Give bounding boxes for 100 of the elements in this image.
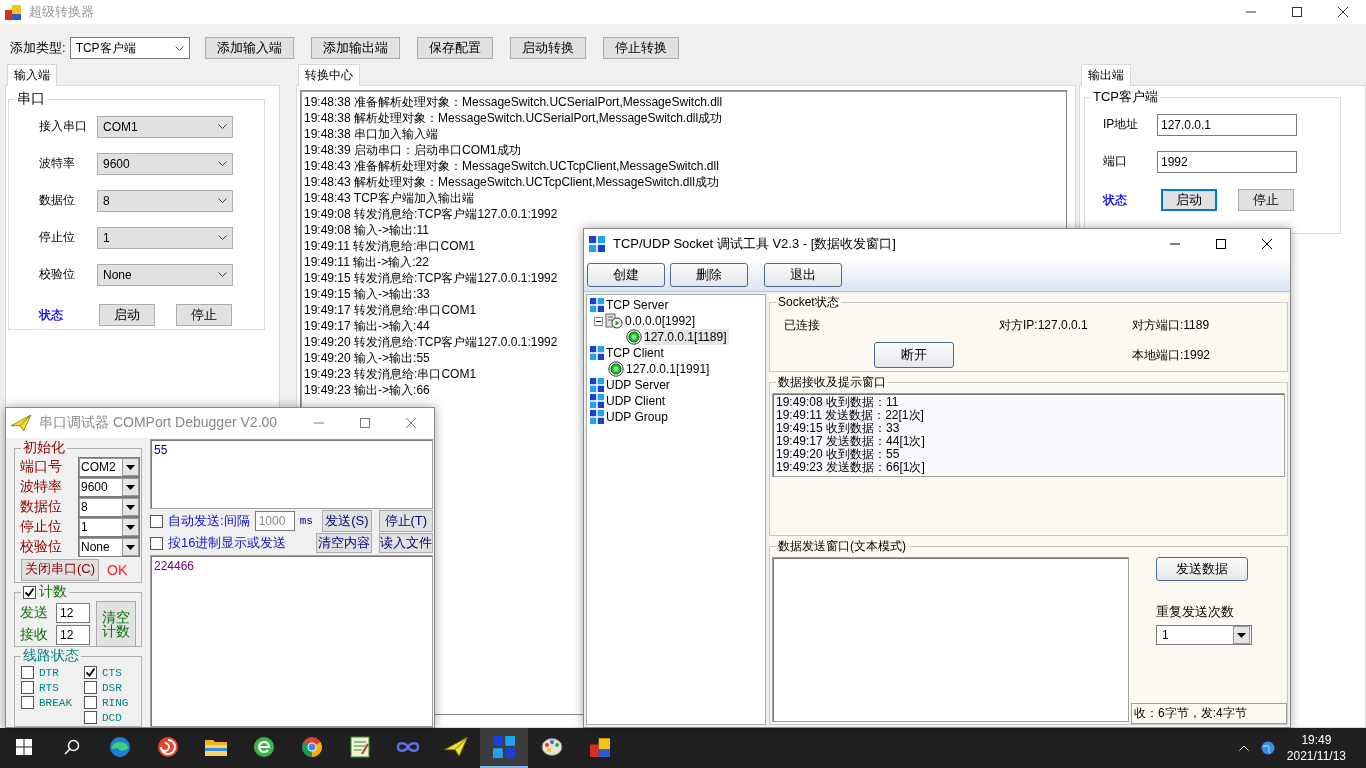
- group-title: TCP客户端: [1092, 88, 1159, 106]
- log-line: 19:49:17 输出->输入:44: [304, 318, 430, 334]
- tree-item[interactable]: UDP Group: [606, 409, 670, 425]
- tree-item[interactable]: TCP Client: [606, 345, 666, 361]
- checkbox[interactable]: [84, 666, 97, 679]
- close-icon[interactable]: [1262, 239, 1272, 249]
- tab[interactable]: 输出端: [1081, 64, 1131, 86]
- button[interactable]: 清空计数: [96, 600, 136, 647]
- window-title: 串口调试器 COMPort Debugger V2.00: [39, 414, 278, 432]
- dropdown[interactable]: None: [97, 263, 233, 286]
- collapse-icon[interactable]: [594, 316, 603, 326]
- infinity-icon[interactable]: [396, 740, 420, 754]
- squares-icon[interactable]: [590, 737, 610, 757]
- grid-icon[interactable]: [493, 736, 515, 758]
- button[interactable]: 关闭串口(C): [21, 558, 100, 581]
- close-icon[interactable]: [1338, 7, 1348, 17]
- start-icon[interactable]: [16, 739, 32, 755]
- toolbar-button[interactable]: 添加输入端: [204, 37, 294, 59]
- input-field[interactable]: 127.0.0.1: [1157, 113, 1297, 136]
- button[interactable]: 停止: [176, 304, 232, 326]
- log-line: 19:49:11 输出->输入:22: [304, 254, 429, 270]
- button[interactable]: 读入文件: [378, 533, 433, 553]
- button[interactable]: 断开: [874, 342, 954, 368]
- toolbar-button[interactable]: 删除: [670, 263, 748, 287]
- dropdown[interactable]: None: [78, 537, 140, 557]
- checkbox[interactable]: [84, 711, 97, 724]
- search-icon[interactable]: [64, 739, 80, 755]
- swirl-icon[interactable]: [157, 736, 179, 758]
- button[interactable]: 启动: [99, 304, 155, 326]
- checkbox[interactable]: [23, 585, 36, 599]
- input-field[interactable]: 1000: [254, 511, 295, 531]
- toolbar-button[interactable]: 添加输出端: [310, 37, 400, 59]
- input-field[interactable]: 12: [56, 624, 90, 645]
- button[interactable]: 清空内容: [315, 533, 372, 553]
- log-line: 19:48:38 解析处理对象：MessageSwitch.UCSerialPort,MessageSwitch.dll成功: [304, 110, 723, 126]
- tree-item[interactable]: 127.0.0.1[1189]: [644, 329, 729, 345]
- connection-icon: [626, 329, 642, 345]
- palette-icon[interactable]: [541, 737, 563, 757]
- dropdown[interactable]: 9600: [97, 152, 233, 175]
- toolbar-button[interactable]: 停止转换: [602, 37, 679, 59]
- field-label: 端口号: [20, 458, 63, 476]
- log-line: 19:48:43 准备解析处理对象：MessageSwitch.UCTcpClient,MessageSwitch.dll: [304, 158, 719, 174]
- checkbox[interactable]: [84, 681, 97, 694]
- toolbar-button[interactable]: 保存配置: [416, 37, 493, 59]
- dropdown[interactable]: 1: [1156, 625, 1252, 645]
- maximize-icon[interactable]: [1216, 239, 1226, 249]
- checkbox[interactable]: [21, 696, 34, 709]
- toolbar-button[interactable]: 启动转换: [509, 37, 586, 59]
- button[interactable]: 发送(S): [321, 510, 372, 532]
- checkbox[interactable]: [150, 536, 163, 550]
- button[interactable]: 停止: [1238, 189, 1294, 211]
- button[interactable]: 启动: [1161, 189, 1217, 211]
- send-text-area[interactable]: [772, 557, 1129, 722]
- checkbox-label: 自动发送:间隔: [168, 512, 250, 530]
- toolbar-button[interactable]: 退出: [764, 263, 842, 287]
- group-title: 串口: [16, 90, 46, 108]
- browser-icon[interactable]: [109, 736, 131, 758]
- button[interactable]: 停止(T): [378, 510, 433, 532]
- dropdown[interactable]: 1: [78, 517, 140, 537]
- checkbox[interactable]: [21, 681, 34, 694]
- dropdown[interactable]: 8: [97, 189, 233, 212]
- input-field[interactable]: 1992: [1157, 150, 1297, 173]
- checkbox[interactable]: [150, 514, 163, 528]
- maximize-icon[interactable]: [1292, 7, 1302, 17]
- tab[interactable]: 转换中心: [298, 64, 360, 86]
- toolbar-button[interactable]: 创建: [587, 263, 665, 287]
- button[interactable]: 发送数据: [1156, 557, 1248, 581]
- tree-item[interactable]: UDP Server: [606, 377, 672, 393]
- field-label: 发送: [20, 603, 49, 622]
- notepad-icon[interactable]: [350, 736, 370, 758]
- tab[interactable]: 输入端: [7, 64, 57, 86]
- browser-icon[interactable]: [253, 736, 275, 758]
- log-line: 19:49:11 转发消息给:串口COM1: [304, 238, 476, 254]
- message-line: 19:49:17 发送数据：44[1次]: [776, 435, 925, 448]
- dropdown[interactable]: COM2: [78, 457, 140, 477]
- paper-plane-icon[interactable]: [444, 737, 468, 757]
- folder-icon[interactable]: [205, 738, 227, 756]
- signal-label: DTR: [39, 666, 59, 679]
- tree-item[interactable]: UDP Client: [606, 393, 668, 409]
- field-label: 数据位: [39, 192, 76, 209]
- dropdown[interactable]: 8: [78, 497, 140, 517]
- dropdown[interactable]: 9600: [78, 477, 140, 497]
- checkbox[interactable]: [21, 666, 34, 679]
- log-line: 19:48:39 启动串口：启动串口COM1成功: [304, 142, 521, 158]
- input-field[interactable]: 12: [56, 602, 90, 623]
- browser-icon[interactable]: [301, 736, 323, 758]
- globe-icon[interactable]: [1260, 741, 1275, 755]
- dropdown[interactable]: TCP客户端: [69, 37, 190, 59]
- dropdown[interactable]: 1: [97, 226, 233, 249]
- chevron-up-icon[interactable]: [1238, 745, 1249, 751]
- dropdown[interactable]: COM1: [97, 115, 233, 138]
- app-icon[interactable]: [5, 4, 21, 20]
- tree-item[interactable]: 127.0.0.1[1991]: [626, 361, 712, 377]
- log-line: 19:49:23 转发消息给:串口COM1: [304, 366, 477, 382]
- send-text-area[interactable]: 55: [150, 439, 433, 509]
- log-line: 19:49:23 输出->输入:66: [304, 382, 430, 398]
- tree-item[interactable]: 0.0.0.0[1992]: [625, 313, 698, 329]
- checkbox[interactable]: [84, 696, 97, 709]
- clock[interactable]: 19:49 2021/11/13: [1286, 732, 1346, 764]
- tree-item[interactable]: TCP Server: [606, 297, 671, 313]
